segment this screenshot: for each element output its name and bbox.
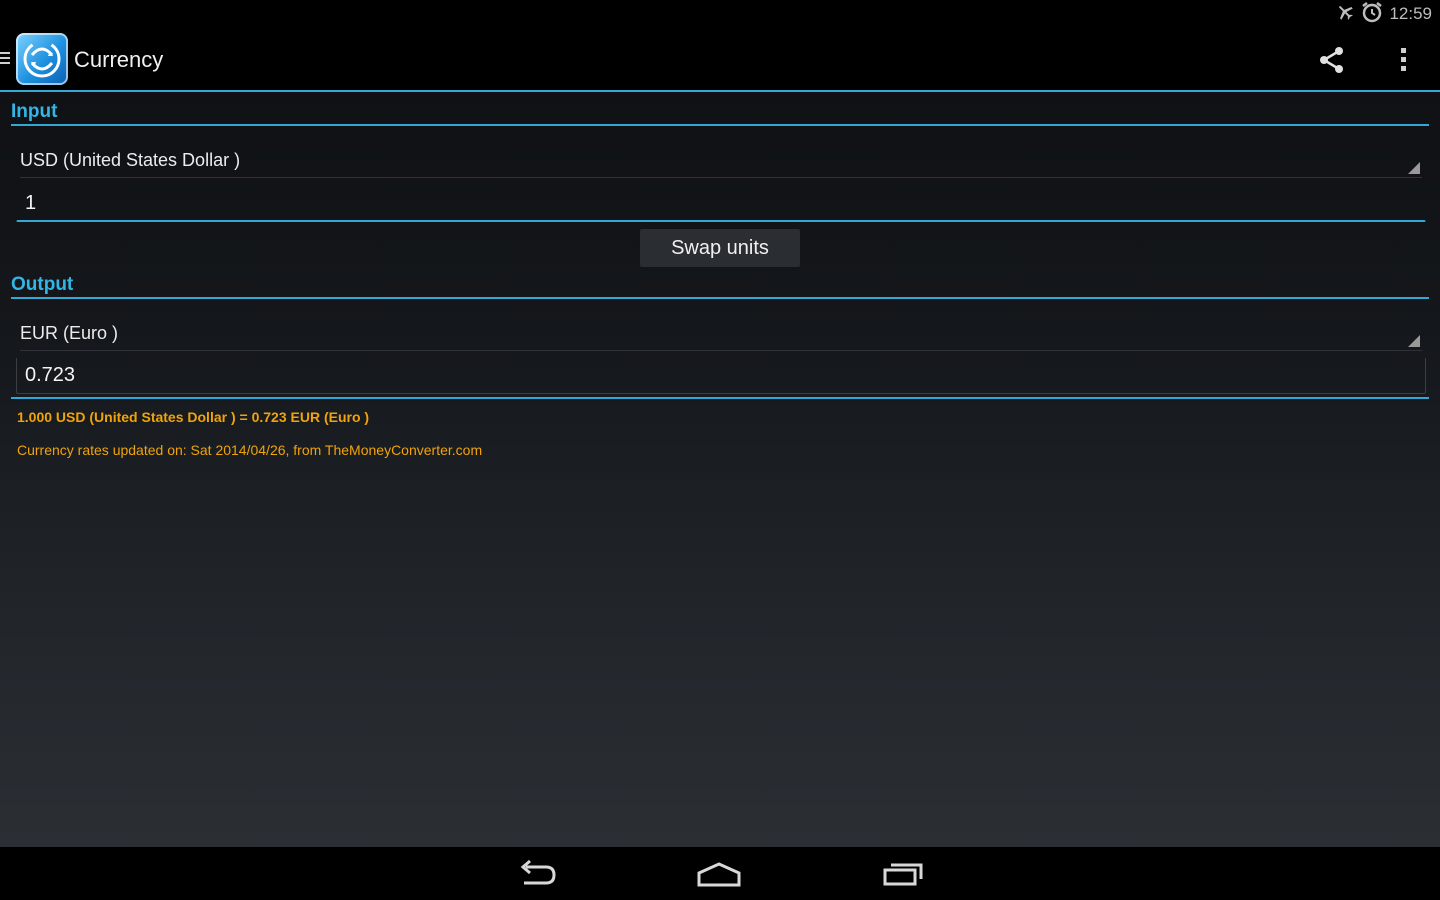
spinner-arrow-icon xyxy=(1408,162,1420,174)
input-amount-field[interactable] xyxy=(16,186,1426,222)
output-divider xyxy=(11,397,1429,399)
spinner-arrow-icon xyxy=(1408,335,1420,347)
rates-updated-text: Currency rates updated on: Sat 2014/04/2… xyxy=(17,442,483,458)
content-area: Input USD (United States Dollar ) Swap u… xyxy=(0,92,1440,847)
recent-apps-button[interactable] xyxy=(878,857,928,891)
alarm-icon xyxy=(1361,1,1383,28)
output-currency-label: EUR (Euro ) xyxy=(20,323,119,343)
home-button[interactable] xyxy=(694,857,744,891)
home-icon xyxy=(697,862,741,887)
drawer-icon[interactable] xyxy=(0,52,10,66)
action-bar: Currency xyxy=(0,28,1440,92)
output-section-header: Output xyxy=(11,275,1429,299)
back-icon xyxy=(520,859,556,885)
navigation-bar xyxy=(0,847,1440,900)
input-currency-label: USD (United States Dollar ) xyxy=(20,150,241,170)
overflow-menu-button[interactable] xyxy=(1388,42,1420,78)
clock-time: 12:59 xyxy=(1389,4,1432,23)
status-right: 12:59 xyxy=(1335,1,1432,28)
swap-units-button[interactable]: Swap units xyxy=(640,229,800,267)
overflow-menu-icon xyxy=(1401,48,1406,71)
input-section-header: Input xyxy=(11,102,1429,126)
output-amount-field[interactable] xyxy=(16,358,1426,394)
conversion-result-text: 1.000 USD (United States Dollar ) = 0.72… xyxy=(17,409,370,425)
input-currency-spinner[interactable]: USD (United States Dollar ) xyxy=(20,137,1422,178)
app-title: Currency xyxy=(74,47,164,72)
status-bar: 12:59 xyxy=(0,0,1440,28)
back-button[interactable] xyxy=(512,857,562,891)
currency-converter-screen: 12:59 Currency Input USD (United States … xyxy=(0,0,1440,900)
output-amount-input[interactable] xyxy=(25,362,1405,388)
app-logo-icon[interactable] xyxy=(16,33,68,85)
share-button[interactable] xyxy=(1312,42,1352,78)
airplane-mode-icon xyxy=(1335,2,1355,27)
input-amount-input[interactable] xyxy=(25,190,1405,216)
output-currency-spinner[interactable]: EUR (Euro ) xyxy=(20,310,1422,351)
share-icon xyxy=(1320,47,1343,73)
recent-apps-icon xyxy=(883,863,923,886)
